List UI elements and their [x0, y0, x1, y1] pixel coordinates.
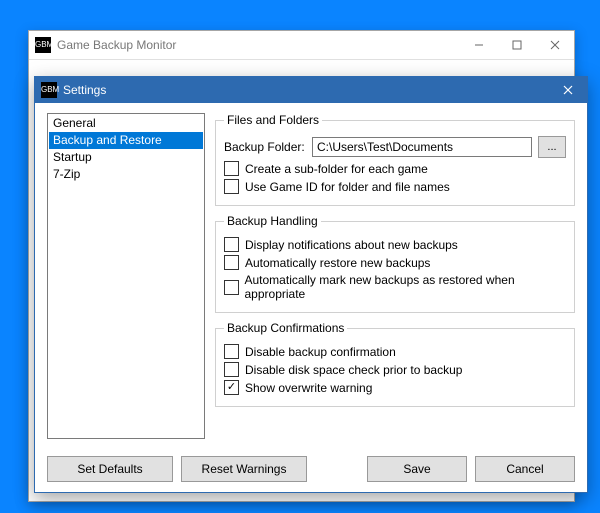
settings-nav-list[interactable]: General Backup and Restore Startup 7-Zip [47, 113, 205, 439]
files-folders-group: Files and Folders Backup Folder: ... Cre… [215, 113, 575, 206]
settings-close-button[interactable] [549, 77, 587, 103]
settings-content: Files and Folders Backup Folder: ... Cre… [215, 113, 575, 444]
maximize-button[interactable] [498, 31, 536, 59]
create-subfolder-checkbox[interactable] [224, 161, 239, 176]
disable-disk-check-checkbox[interactable] [224, 362, 239, 377]
set-defaults-button[interactable]: Set Defaults [47, 456, 173, 482]
settings-title: Settings [63, 83, 549, 97]
browse-folder-button[interactable]: ... [538, 136, 566, 158]
use-game-id-label: Use Game ID for folder and file names [245, 180, 450, 194]
backup-folder-label: Backup Folder: [224, 140, 306, 154]
show-overwrite-label: Show overwrite warning [245, 381, 372, 395]
files-folders-legend: Files and Folders [224, 113, 322, 127]
display-notifications-checkbox[interactable] [224, 237, 239, 252]
close-button[interactable] [536, 31, 574, 59]
auto-restore-label: Automatically restore new backups [245, 256, 430, 270]
settings-app-icon: GBM [41, 82, 57, 98]
minimize-button[interactable] [460, 31, 498, 59]
backup-confirmations-legend: Backup Confirmations [224, 321, 347, 335]
auto-restore-checkbox[interactable] [224, 255, 239, 270]
disable-confirmation-checkbox[interactable] [224, 344, 239, 359]
auto-mark-restored-label: Automatically mark new backups as restor… [245, 273, 567, 301]
reset-warnings-button[interactable]: Reset Warnings [181, 456, 307, 482]
settings-footer: Set Defaults Reset Warnings Save Cancel [35, 450, 587, 492]
disable-disk-check-label: Disable disk space check prior to backup [245, 363, 462, 377]
create-subfolder-label: Create a sub-folder for each game [245, 162, 428, 176]
nav-item-general[interactable]: General [49, 115, 203, 132]
settings-dialog: GBM Settings General Backup and Restore … [34, 76, 588, 493]
nav-item-backup-restore[interactable]: Backup and Restore [49, 132, 203, 149]
auto-mark-restored-checkbox[interactable] [224, 280, 239, 295]
backup-handling-group: Backup Handling Display notifications ab… [215, 214, 575, 313]
nav-item-startup[interactable]: Startup [49, 149, 203, 166]
backup-handling-legend: Backup Handling [224, 214, 321, 228]
nav-item-7zip[interactable]: 7-Zip [49, 166, 203, 183]
display-notifications-label: Display notifications about new backups [245, 238, 458, 252]
main-titlebar[interactable]: GBM Game Backup Monitor [29, 31, 574, 60]
main-title: Game Backup Monitor [57, 38, 460, 52]
backup-confirmations-group: Backup Confirmations Disable backup conf… [215, 321, 575, 407]
settings-titlebar[interactable]: GBM Settings [35, 77, 587, 103]
desktop: GBM Game Backup Monitor GBM Settings [0, 0, 600, 513]
disable-confirmation-label: Disable backup confirmation [245, 345, 396, 359]
backup-folder-input[interactable] [312, 137, 532, 157]
cancel-button[interactable]: Cancel [475, 456, 575, 482]
use-game-id-checkbox[interactable] [224, 179, 239, 194]
save-button[interactable]: Save [367, 456, 467, 482]
show-overwrite-checkbox[interactable] [224, 380, 239, 395]
app-icon: GBM [35, 37, 51, 53]
